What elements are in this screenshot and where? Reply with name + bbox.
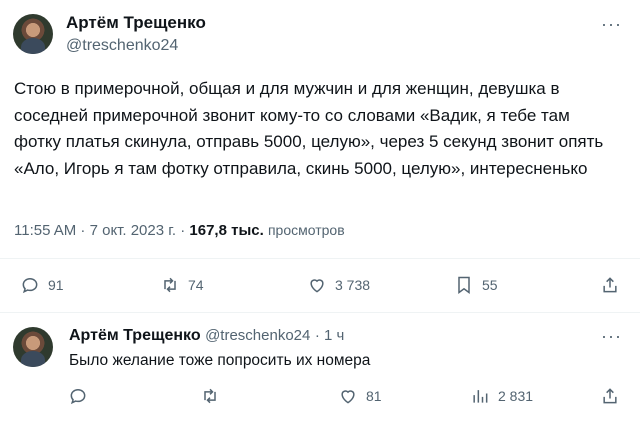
avatar[interactable] [13, 14, 53, 54]
reply-header: Артём Трещенко @treschenko24 · 1 ч [69, 327, 344, 345]
tweet-time[interactable]: 11:55 AM · 7 окт. 2023 г. · [14, 222, 185, 239]
retweet-count: 74 [188, 277, 204, 293]
share-button[interactable] [600, 275, 620, 295]
heart-icon [310, 279, 324, 293]
bookmark-icon [458, 276, 470, 294]
reply-reply-button[interactable] [68, 386, 96, 406]
reply-like-count: 81 [366, 388, 382, 404]
reply-author-name[interactable]: Артём Трещенко [69, 327, 201, 344]
reply-author-handle[interactable]: @treschenko24 [205, 327, 310, 344]
retweet-icon [164, 277, 176, 293]
reply-icon [70, 388, 86, 405]
tweet-meta: 11:55 AM · 7 окт. 2023 г. · 167,8 тыс. п… [14, 222, 345, 239]
like-button[interactable]: 3 738 [307, 275, 370, 295]
tweet-text: Стою в примерочной, общая и для мужчин и… [14, 79, 604, 178]
reply-time[interactable]: · 1 ч [315, 327, 345, 344]
reply-retweet-button[interactable] [200, 386, 228, 406]
reply-button[interactable]: 91 [20, 275, 64, 295]
more-options-icon[interactable]: ··· [601, 14, 622, 35]
heart-icon [341, 390, 355, 404]
reply-text: Было желание тоже попросить их номера [69, 352, 371, 369]
reply-more-options-icon[interactable]: ··· [601, 326, 622, 347]
retweet-button[interactable]: 74 [160, 275, 204, 295]
reply-share-button[interactable] [600, 386, 620, 406]
reply-avatar[interactable] [13, 327, 53, 367]
bookmark-count: 55 [482, 277, 498, 293]
reply-views-button[interactable]: 2 831 [470, 386, 533, 406]
divider [0, 258, 640, 259]
author-handle[interactable]: @treschenko24 [66, 37, 178, 55]
retweet-icon [204, 388, 216, 404]
reply-like-button[interactable]: 81 [338, 386, 382, 406]
bookmark-button[interactable]: 55 [454, 275, 498, 295]
share-icon [603, 388, 617, 404]
divider [0, 312, 640, 313]
reply-icon [22, 277, 38, 294]
reply-views-count: 2 831 [498, 388, 534, 404]
views-count[interactable]: 167,8 тыс. [189, 222, 263, 239]
views-chart-icon [473, 390, 488, 403]
views-label: просмотров [267, 222, 345, 238]
reply-count: 91 [48, 277, 64, 293]
author-name[interactable]: Артём Трещенко [66, 13, 206, 33]
like-count: 3 738 [335, 277, 371, 293]
share-icon [603, 277, 617, 293]
